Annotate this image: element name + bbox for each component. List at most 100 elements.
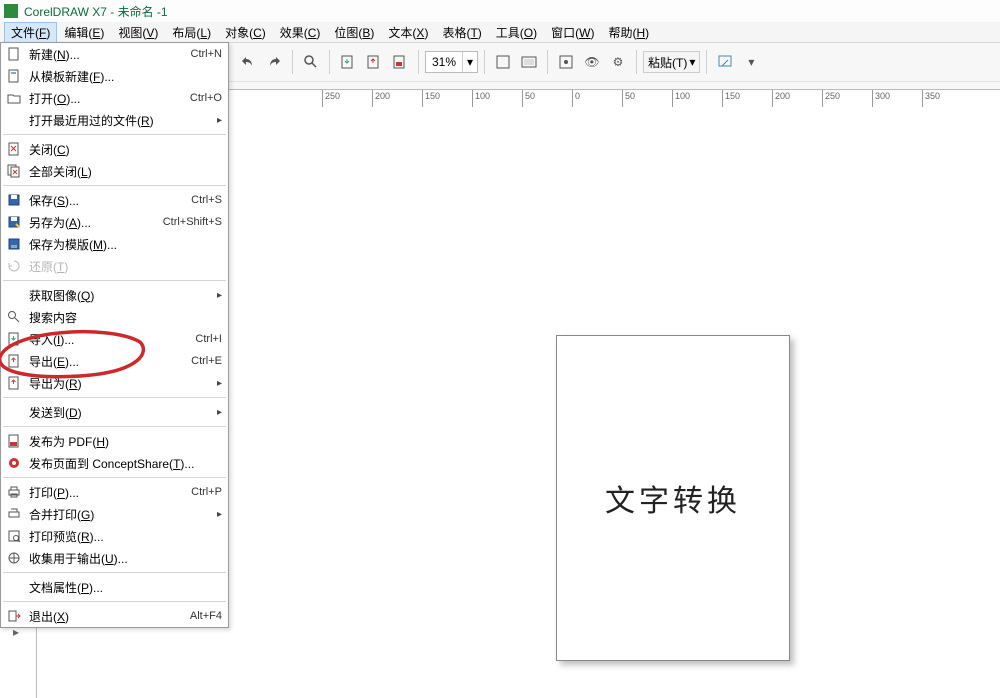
menu-item-label: 导出为(R) xyxy=(29,375,215,392)
menu-item[interactable]: 合并打印(G)▸ xyxy=(1,503,228,525)
chevron-down-icon[interactable]: ▾ xyxy=(739,50,763,74)
menu-item[interactable]: 导出(E)...Ctrl+E xyxy=(1,350,228,372)
menu-item-label: 获取图像(Q) xyxy=(29,287,215,304)
menu-item[interactable]: 关闭(C) xyxy=(1,138,228,160)
search-icon[interactable] xyxy=(299,50,323,74)
chevron-right-icon: ▸ xyxy=(215,115,222,126)
menu-item-label: 保存(S)... xyxy=(29,192,191,209)
launch-icon[interactable] xyxy=(713,50,737,74)
mergeprint-icon xyxy=(5,506,23,522)
ruler-tick: 250 xyxy=(822,90,823,108)
ruler-tick: 50 xyxy=(622,90,623,108)
menu-6[interactable]: 位图(B) xyxy=(327,22,381,43)
menu-bar: 文件(F)编辑(E)视图(V)布局(L)对象(C)效果(C)位图(B)文本(X)… xyxy=(0,22,1000,43)
menu-3[interactable]: 布局(L) xyxy=(165,22,218,43)
menu-item[interactable]: 获取图像(Q)▸ xyxy=(1,284,228,306)
save-icon xyxy=(5,192,23,208)
menu-4[interactable]: 对象(C) xyxy=(218,22,273,43)
menu-item-label: 关闭(C) xyxy=(29,141,222,158)
menu-item-label: 全部关闭(L) xyxy=(29,163,222,180)
menu-item[interactable]: 导出为(R)▸ xyxy=(1,372,228,394)
print-icon xyxy=(5,484,23,500)
menu-item[interactable]: 导入(I)...Ctrl+I xyxy=(1,328,228,350)
ruler-tick: 50 xyxy=(522,90,523,108)
menu-item[interactable]: 文档属性(P)... xyxy=(1,576,228,598)
menu-item-label: 打开(O)... xyxy=(29,90,190,107)
redo-icon[interactable] xyxy=(262,50,286,74)
separator xyxy=(547,50,548,74)
menu-item-label: 收集用于输出(U)... xyxy=(29,550,222,567)
chevron-down-icon[interactable]: ▾ xyxy=(462,52,477,72)
menu-item[interactable]: 新建(N)...Ctrl+N xyxy=(1,43,228,65)
menu-item[interactable]: 打印(P)...Ctrl+P xyxy=(1,481,228,503)
menu-divider xyxy=(3,601,226,602)
ruler-tick: 100 xyxy=(472,90,473,108)
menu-item[interactable]: 保存(S)...Ctrl+S xyxy=(1,189,228,211)
menu-1[interactable]: 编辑(E) xyxy=(57,22,111,43)
exportas-icon xyxy=(5,375,23,391)
blank-icon xyxy=(5,287,23,303)
chevron-right-icon: ▸ xyxy=(215,407,222,418)
blank-icon xyxy=(5,112,23,128)
menu-divider xyxy=(3,426,226,427)
fullscreen-icon[interactable] xyxy=(491,50,515,74)
menu-9[interactable]: 工具(O) xyxy=(489,22,544,43)
menu-divider xyxy=(3,397,226,398)
menu-divider xyxy=(3,280,226,281)
menu-2[interactable]: 视图(V) xyxy=(111,22,165,43)
menu-item[interactable]: 收集用于输出(U)... xyxy=(1,547,228,569)
preview-icon[interactable] xyxy=(517,50,541,74)
pdf-icon[interactable] xyxy=(388,50,412,74)
menu-item[interactable]: 保存为模版(M)... xyxy=(1,233,228,255)
menu-item-label: 保存为模版(M)... xyxy=(29,236,222,253)
chevron-right-icon: ▸ xyxy=(215,509,222,520)
close-icon xyxy=(5,141,23,157)
export-icon[interactable] xyxy=(362,50,386,74)
menu-10[interactable]: 窗口(W) xyxy=(544,22,601,43)
menu-item[interactable]: 发布为 PDF(H) xyxy=(1,430,228,452)
separator xyxy=(484,50,485,74)
window-title: CorelDRAW X7 - 未命名 -1 xyxy=(24,3,168,20)
menu-divider xyxy=(3,477,226,478)
menu-item-label: 打开最近用过的文件(R) xyxy=(29,112,215,129)
menu-7[interactable]: 文本(X) xyxy=(381,22,435,43)
menu-item[interactable]: 全部关闭(L) xyxy=(1,160,228,182)
document-page[interactable]: 文字转换 xyxy=(556,335,790,661)
menu-item-label: 发送到(D) xyxy=(29,404,215,421)
menu-item[interactable]: 发布页面到 ConceptShare(T)... xyxy=(1,452,228,474)
ruler-tick: 0 xyxy=(572,90,573,108)
menu-11[interactable]: 帮助(H) xyxy=(601,22,656,43)
ruler-tick: 200 xyxy=(372,90,373,108)
gear-icon[interactable]: ⚙ xyxy=(606,50,630,74)
menu-8[interactable]: 表格(T) xyxy=(435,22,488,43)
ruler-tick: 250 xyxy=(322,90,323,108)
menu-item-label: 导入(I)... xyxy=(29,331,195,348)
snap-icon[interactable] xyxy=(554,50,578,74)
menu-item[interactable]: 打开(O)...Ctrl+O xyxy=(1,87,228,109)
search-icon xyxy=(5,309,23,325)
menu-shortcut: Ctrl+Shift+S xyxy=(163,216,222,228)
menu-item[interactable]: 搜索内容 xyxy=(1,306,228,328)
eye-icon[interactable]: 👁 xyxy=(580,50,604,74)
separator xyxy=(418,50,419,74)
page-text[interactable]: 文字转换 xyxy=(557,476,789,520)
ruler-tick: 150 xyxy=(422,90,423,108)
menu-item[interactable]: 从模板新建(F)... xyxy=(1,65,228,87)
menu-item[interactable]: 发送到(D)▸ xyxy=(1,401,228,423)
savetpl-icon xyxy=(5,236,23,252)
zoom-level[interactable]: 31% ▾ xyxy=(425,51,478,73)
menu-item-label: 导出(E)... xyxy=(29,353,191,370)
menu-item[interactable]: 打印预览(R)... xyxy=(1,525,228,547)
menu-item[interactable]: 退出(X)Alt+F4 xyxy=(1,605,228,627)
menu-item[interactable]: 打开最近用过的文件(R)▸ xyxy=(1,109,228,131)
menu-5[interactable]: 效果(C) xyxy=(273,22,328,43)
undo-icon[interactable] xyxy=(236,50,260,74)
title-bar: CorelDRAW X7 - 未命名 -1 xyxy=(0,0,1000,22)
menu-item[interactable]: 另存为(A)...Ctrl+Shift+S xyxy=(1,211,228,233)
menu-item-label: 合并打印(G) xyxy=(29,506,215,523)
menu-divider xyxy=(3,134,226,135)
app-logo-icon xyxy=(4,4,18,18)
paste-dropdown[interactable]: 粘贴(T) ▾ xyxy=(643,51,700,73)
import-icon[interactable] xyxy=(336,50,360,74)
menu-0[interactable]: 文件(F) xyxy=(4,22,57,43)
